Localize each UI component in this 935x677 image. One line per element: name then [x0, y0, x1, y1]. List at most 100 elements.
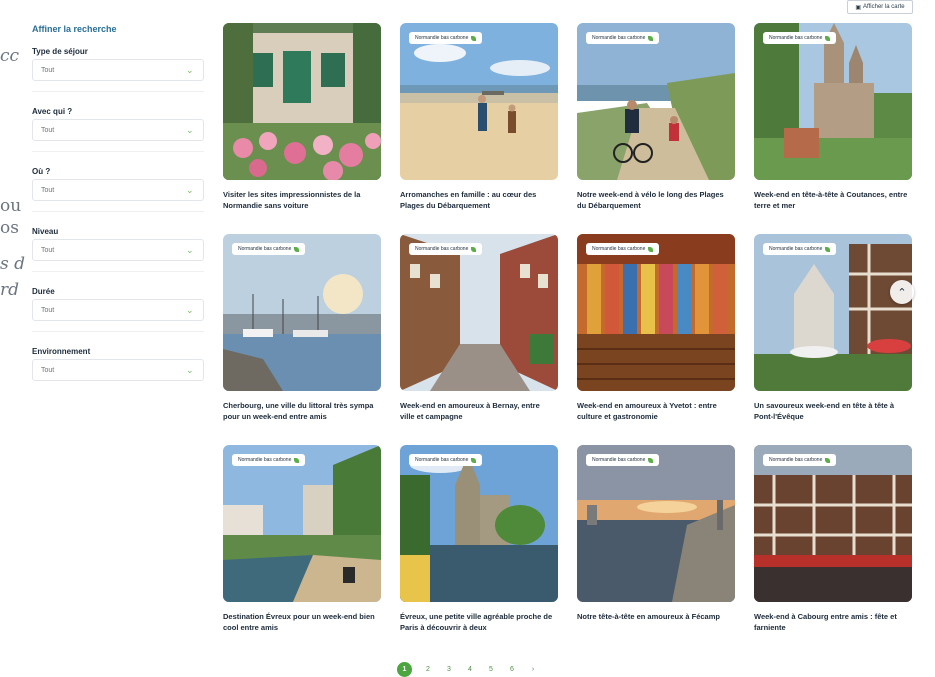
filter-value: Tout: [41, 66, 55, 74]
badge-label: Normandie bas carbone: [415, 246, 469, 252]
cutoff-text-3: os: [0, 218, 19, 238]
cutoff-text-4: s d: [0, 254, 26, 274]
card-title: Notre week-end à vélo le long des Plages…: [577, 190, 724, 210]
badge-label: Normandie bas carbone: [238, 246, 292, 252]
card-title: Un savoureux week-end en tête à tête à P…: [754, 401, 895, 421]
result-card[interactable]: Normandie bas carbone Un savoureux week-…: [754, 234, 912, 422]
filter-value: Tout: [41, 246, 55, 254]
filter-value: Tout: [41, 366, 55, 374]
card-image: Normandie bas carbone: [577, 23, 735, 180]
filter-type-sejour: Type de séjour Tout ⌄: [32, 46, 204, 92]
badge-label: Normandie bas carbone: [415, 457, 469, 463]
filter-select-avec-qui[interactable]: Tout ⌄: [32, 119, 204, 141]
card-title: Week-end en amoureux à Bernay, entre vil…: [400, 401, 540, 421]
card-image: Normandie bas carbone: [223, 234, 381, 391]
badge-label: Normandie bas carbone: [592, 457, 646, 463]
page-1-button[interactable]: 1: [397, 662, 412, 677]
result-card[interactable]: Normandie bas carbone Week-end en amoure…: [577, 234, 735, 422]
card-image: [223, 23, 381, 180]
badge-label: Normandie bas carbone: [769, 35, 823, 41]
filter-avec-qui: Avec qui ? Tout ⌄: [32, 106, 204, 152]
carbon-badge: Normandie bas carbone: [763, 243, 837, 255]
result-card[interactable]: Visiter les sites impressionnistes de la…: [223, 23, 381, 211]
leaf-icon: [471, 35, 477, 41]
filter-label: Durée: [32, 287, 55, 296]
badge-label: Normandie bas carbone: [238, 457, 292, 463]
filter-select-duree[interactable]: Tout ⌄: [32, 299, 204, 321]
chevron-down-icon: ⌄: [186, 304, 194, 315]
leaf-icon: [825, 35, 831, 41]
result-card[interactable]: Normandie bas carbone Destination Évreux…: [223, 445, 381, 633]
badge-label: Normandie bas carbone: [769, 457, 823, 463]
filter-label: Avec qui ?: [32, 107, 73, 116]
result-card[interactable]: Normandie bas carbone Arromanches en fam…: [400, 23, 558, 211]
show-map-label: Afficher la carte: [863, 4, 905, 10]
filter-ou: Où ? Tout ⌄: [32, 166, 204, 212]
leaf-icon: [648, 457, 654, 463]
page-2-button[interactable]: 2: [423, 666, 433, 673]
carbon-badge: Normandie bas carbone: [763, 32, 837, 44]
leaf-icon: [471, 457, 477, 463]
carbon-badge: Normandie bas carbone: [586, 454, 660, 466]
leaf-icon: [471, 246, 477, 252]
result-card[interactable]: Normandie bas carbone Cherbourg, une vil…: [223, 234, 381, 422]
filter-select-type-sejour[interactable]: Tout ⌄: [32, 59, 204, 81]
leaf-icon: [648, 35, 654, 41]
carbon-badge: Normandie bas carbone: [586, 32, 660, 44]
badge-label: Normandie bas carbone: [415, 35, 469, 41]
carbon-badge: Normandie bas carbone: [409, 454, 483, 466]
carbon-badge: Normandie bas carbone: [409, 32, 483, 44]
filter-environnement: Environnement Tout ⌄: [32, 346, 204, 381]
badge-label: Normandie bas carbone: [592, 35, 646, 41]
filter-niveau: Niveau Tout ⌄: [32, 226, 204, 272]
divider: [32, 91, 204, 92]
filter-select-niveau[interactable]: Tout ⌄: [32, 239, 204, 261]
card-title: Week-end en tête-à-tête à Coutances, ent…: [754, 190, 908, 210]
divider: [32, 151, 204, 152]
leaf-icon: [294, 457, 300, 463]
scroll-up-button[interactable]: ⌃: [890, 280, 914, 304]
leaf-icon: [825, 457, 831, 463]
result-card[interactable]: Normandie bas carbone Notre week-end à v…: [577, 23, 735, 211]
filter-select-ou[interactable]: Tout ⌄: [32, 179, 204, 201]
card-title: Destination Évreux pour un week-end bien…: [223, 612, 375, 632]
chevron-up-icon: ⌃: [897, 286, 907, 299]
leaf-icon: [825, 246, 831, 252]
result-card[interactable]: Normandie bas carbone Notre tête-à-tête …: [577, 445, 735, 622]
divider: [32, 331, 204, 332]
chevron-down-icon: ⌄: [186, 124, 194, 135]
filter-duree: Durée Tout ⌄: [32, 286, 204, 332]
filter-select-environnement[interactable]: Tout ⌄: [32, 359, 204, 381]
card-image: Normandie bas carbone: [223, 445, 381, 602]
sidebar-title: Affiner la recherche: [32, 24, 117, 34]
divider: [32, 211, 204, 212]
card-image: Normandie bas carbone: [400, 23, 558, 180]
page-3-button[interactable]: 3: [444, 666, 454, 673]
filter-label: Niveau: [32, 227, 59, 236]
result-card[interactable]: Normandie bas carbone Week-end en tête-à…: [754, 23, 912, 211]
result-card[interactable]: Normandie bas carbone Week-end à Cabourg…: [754, 445, 912, 633]
card-image: Normandie bas carbone: [400, 234, 558, 391]
result-card[interactable]: Normandie bas carbone Week-end en amoure…: [400, 234, 558, 422]
divider: [32, 271, 204, 272]
next-page-button[interactable]: ›: [528, 666, 538, 673]
cutoff-text-5: rd: [0, 280, 20, 300]
page-5-button[interactable]: 5: [486, 666, 496, 673]
leaf-icon: [648, 246, 654, 252]
page-4-button[interactable]: 4: [465, 666, 475, 673]
card-title: Week-end en amoureux à Yvetot : entre cu…: [577, 401, 717, 421]
filter-value: Tout: [41, 306, 55, 314]
carbon-badge: Normandie bas carbone: [409, 243, 483, 255]
carbon-badge: Normandie bas carbone: [763, 454, 837, 466]
show-map-button[interactable]: ▣ Afficher la carte: [847, 0, 913, 14]
result-card[interactable]: Normandie bas carbone Évreux, une petite…: [400, 445, 558, 633]
badge-label: Normandie bas carbone: [592, 246, 646, 252]
card-title: Arromanches en famille : au cœur des Pla…: [400, 190, 537, 210]
badge-label: Normandie bas carbone: [769, 246, 823, 252]
card-title: Cherbourg, une ville du littoral très sy…: [223, 401, 374, 421]
filter-label: Environnement: [32, 347, 91, 356]
filter-sidebar: Affiner la recherche Type de séjour Tout…: [32, 24, 204, 395]
page-6-button[interactable]: 6: [507, 666, 517, 673]
filter-value: Tout: [41, 186, 55, 194]
filter-label: Type de séjour: [32, 47, 88, 56]
